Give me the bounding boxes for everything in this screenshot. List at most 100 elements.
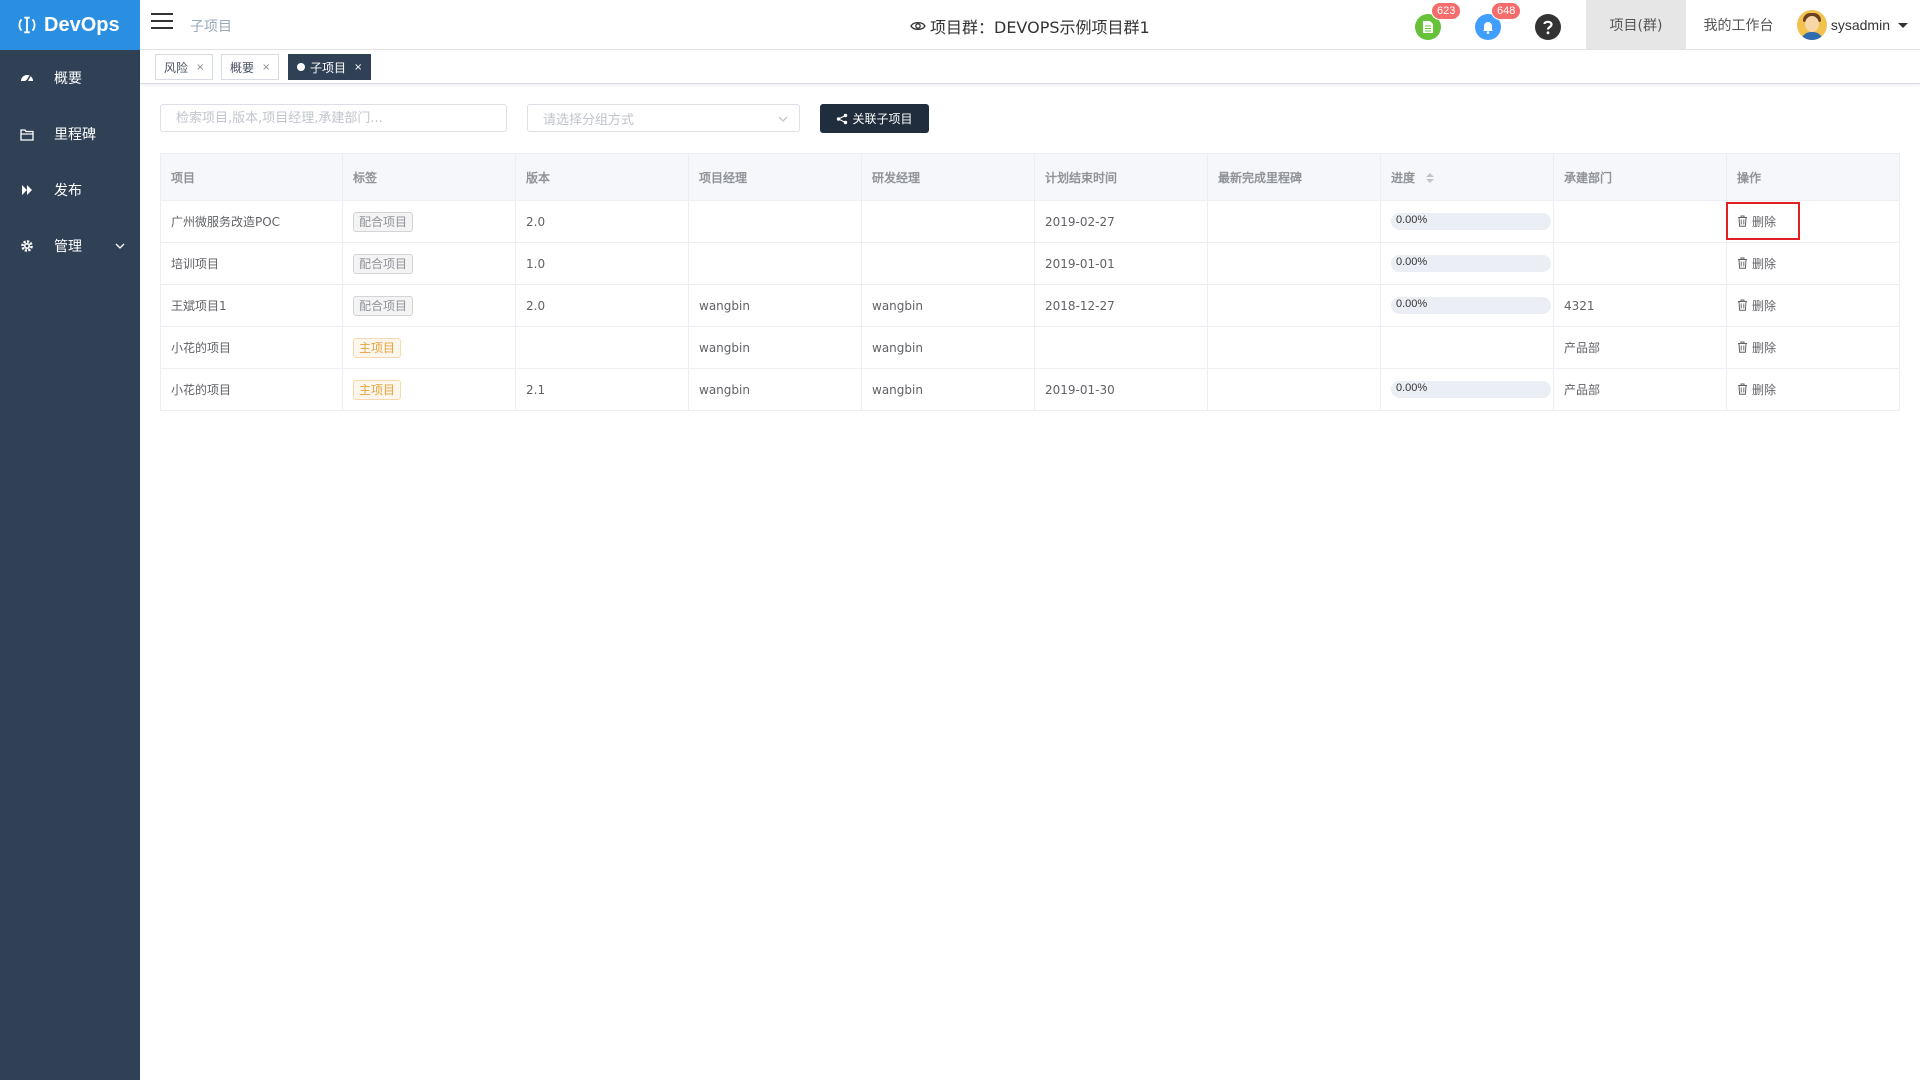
delete-button[interactable]: 删除	[1737, 381, 1776, 398]
devops-logo-icon	[18, 16, 36, 34]
cell-progress: 0.00%	[1380, 368, 1554, 411]
sidebar-item-overview[interactable]: 概要	[0, 50, 140, 106]
sidebar-item-release[interactable]: 发布	[0, 162, 140, 218]
bell-icon	[1483, 22, 1493, 34]
subproject-table: 项目 标签 版本 项目经理 研发经理 计划结束时间 最新完成里程碑 进度 承建部…	[160, 153, 1900, 411]
close-icon[interactable]: ×	[262, 62, 270, 73]
cell-tag: 配合项目	[342, 242, 516, 285]
cell-dev-manager	[861, 242, 1035, 285]
delete-label: 删除	[1752, 256, 1777, 271]
cell-version: 1.0	[515, 242, 689, 285]
delete-button[interactable]: 删除	[1737, 213, 1776, 230]
tag-overview[interactable]: 概要 ×	[221, 54, 280, 80]
document-count-badge: 623	[1431, 2, 1462, 20]
cell-end-date: 2019-01-01	[1034, 242, 1208, 285]
column-header-actions: 操作	[1726, 153, 1900, 201]
cell-progress: 0.00%	[1380, 242, 1554, 285]
sidebar-item-label: 管理	[54, 239, 82, 255]
group-by-select[interactable]: 请选择分组方式	[527, 104, 800, 132]
app-name: DevOps	[44, 13, 120, 36]
cell-project: 广州微服务改造POC	[160, 200, 343, 243]
cell-pm: wangbin	[688, 284, 862, 327]
cell-actions: 删除	[1726, 242, 1900, 285]
caret-down-icon	[1898, 23, 1908, 28]
app-logo[interactable]: DevOps	[0, 0, 140, 50]
delete-button[interactable]: 删除	[1737, 297, 1776, 314]
tag-subprojects[interactable]: 子项目 ×	[288, 54, 372, 80]
column-header-department: 承建部门	[1553, 153, 1727, 201]
page-title-text: 项目群：DEVOPS示例项目群1	[930, 18, 1150, 37]
table-row: 小花的项目 主项目 2.1 wangbin wangbin 2019-01-30 0.00%…	[160, 368, 1900, 411]
link-subproject-button[interactable]: 关联子项目	[820, 104, 929, 133]
table-row: 小花的项目 主项目 wangbin wangbin 产品部 删除	[160, 326, 1900, 369]
page-title: 项目群：DEVOPS示例项目群1	[910, 14, 1150, 38]
column-header-progress-label: 进度	[1391, 170, 1416, 185]
question-icon	[1543, 20, 1553, 35]
bell-notification-button[interactable]: 648	[1475, 2, 1522, 40]
cell-milestone	[1207, 200, 1381, 243]
sidebar-item-milestone[interactable]: 里程碑	[0, 106, 140, 162]
search-input[interactable]	[160, 104, 507, 132]
help-button[interactable]	[1535, 14, 1561, 40]
tag-label: 概要	[230, 60, 255, 75]
delete-label: 删除	[1752, 298, 1777, 313]
cell-version	[515, 326, 689, 369]
cell-tag: 主项目	[342, 368, 516, 411]
delete-button[interactable]: 删除	[1737, 339, 1776, 356]
close-icon[interactable]: ×	[354, 62, 362, 73]
username: sysadmin	[1830, 17, 1890, 33]
table-body: 广州微服务改造POC 配合项目 2.0 2019-02-27 0.00% 删除 培训项目 配合…	[160, 200, 1900, 411]
sidebar-item-label: 概要	[54, 71, 82, 87]
active-dot-icon	[297, 63, 305, 71]
trash-icon	[1738, 215, 1747, 228]
cell-progress	[1380, 326, 1554, 369]
nav-tab-projects[interactable]: 项目(群)	[1586, 0, 1686, 49]
document-notification-button[interactable]: 623	[1415, 2, 1462, 40]
chevron-down-icon	[115, 243, 125, 249]
cell-dev-manager	[861, 200, 1035, 243]
cell-milestone	[1207, 326, 1381, 369]
progress-text: 0.00%	[1396, 256, 1428, 268]
user-menu[interactable]: sysadmin	[1796, 10, 1910, 40]
trash-icon	[1738, 383, 1747, 396]
tags-view: 风险 × 概要 × 子项目 ×	[140, 50, 1920, 84]
project-tag-badge: 主项目	[353, 337, 402, 358]
column-header-dev-manager: 研发经理	[861, 153, 1035, 201]
cell-version: 2.0	[515, 284, 689, 327]
progress-bar: 0.00%	[1391, 381, 1551, 398]
cell-end-date: 2018-12-27	[1034, 284, 1208, 327]
cell-milestone	[1207, 284, 1381, 327]
link-subproject-label: 关联子项目	[852, 112, 913, 126]
progress-text: 0.00%	[1396, 214, 1428, 226]
cell-project: 小花的项目	[160, 368, 343, 411]
delete-button[interactable]: 删除	[1737, 255, 1776, 272]
progress-text: 0.00%	[1396, 382, 1428, 394]
document-icon	[1423, 21, 1433, 33]
hamburger-menu-icon[interactable]	[151, 13, 173, 31]
dashboard-icon	[20, 71, 34, 85]
nav-tab-workbench[interactable]: 我的工作台	[1686, 0, 1791, 49]
column-header-progress[interactable]: 进度	[1380, 153, 1554, 201]
sidebar-menu: 概要 里程碑 发布 管理	[0, 50, 140, 274]
sidebar-item-label: 里程碑	[54, 127, 96, 143]
trash-icon	[1738, 257, 1747, 270]
cell-end-date	[1034, 326, 1208, 369]
sidebar-item-manage[interactable]: 管理	[0, 218, 140, 274]
cell-end-date: 2019-01-30	[1034, 368, 1208, 411]
progress-bar: 0.00%	[1391, 297, 1551, 314]
sort-caret-icon[interactable]	[1425, 172, 1435, 184]
group-by-placeholder: 请选择分组方式	[543, 112, 635, 128]
cell-progress: 0.00%	[1380, 284, 1554, 327]
table-row: 王斌项目1 配合项目 2.0 wangbin wangbin 2018-12-27 0.00…	[160, 284, 1900, 327]
tag-risk[interactable]: 风险 ×	[155, 54, 214, 80]
close-icon[interactable]: ×	[196, 62, 204, 73]
table-header-row: 项目 标签 版本 项目经理 研发经理 计划结束时间 最新完成里程碑 进度 承建部…	[160, 153, 1900, 201]
cell-department: 产品部	[1553, 326, 1727, 369]
folder-icon	[20, 127, 34, 141]
cell-actions: 删除	[1726, 284, 1900, 327]
column-header-version: 版本	[515, 153, 689, 201]
column-header-end-date: 计划结束时间	[1034, 153, 1208, 201]
breadcrumb: 子项目	[190, 19, 232, 35]
cell-pm: wangbin	[688, 326, 862, 369]
chevron-down-icon	[778, 116, 788, 122]
